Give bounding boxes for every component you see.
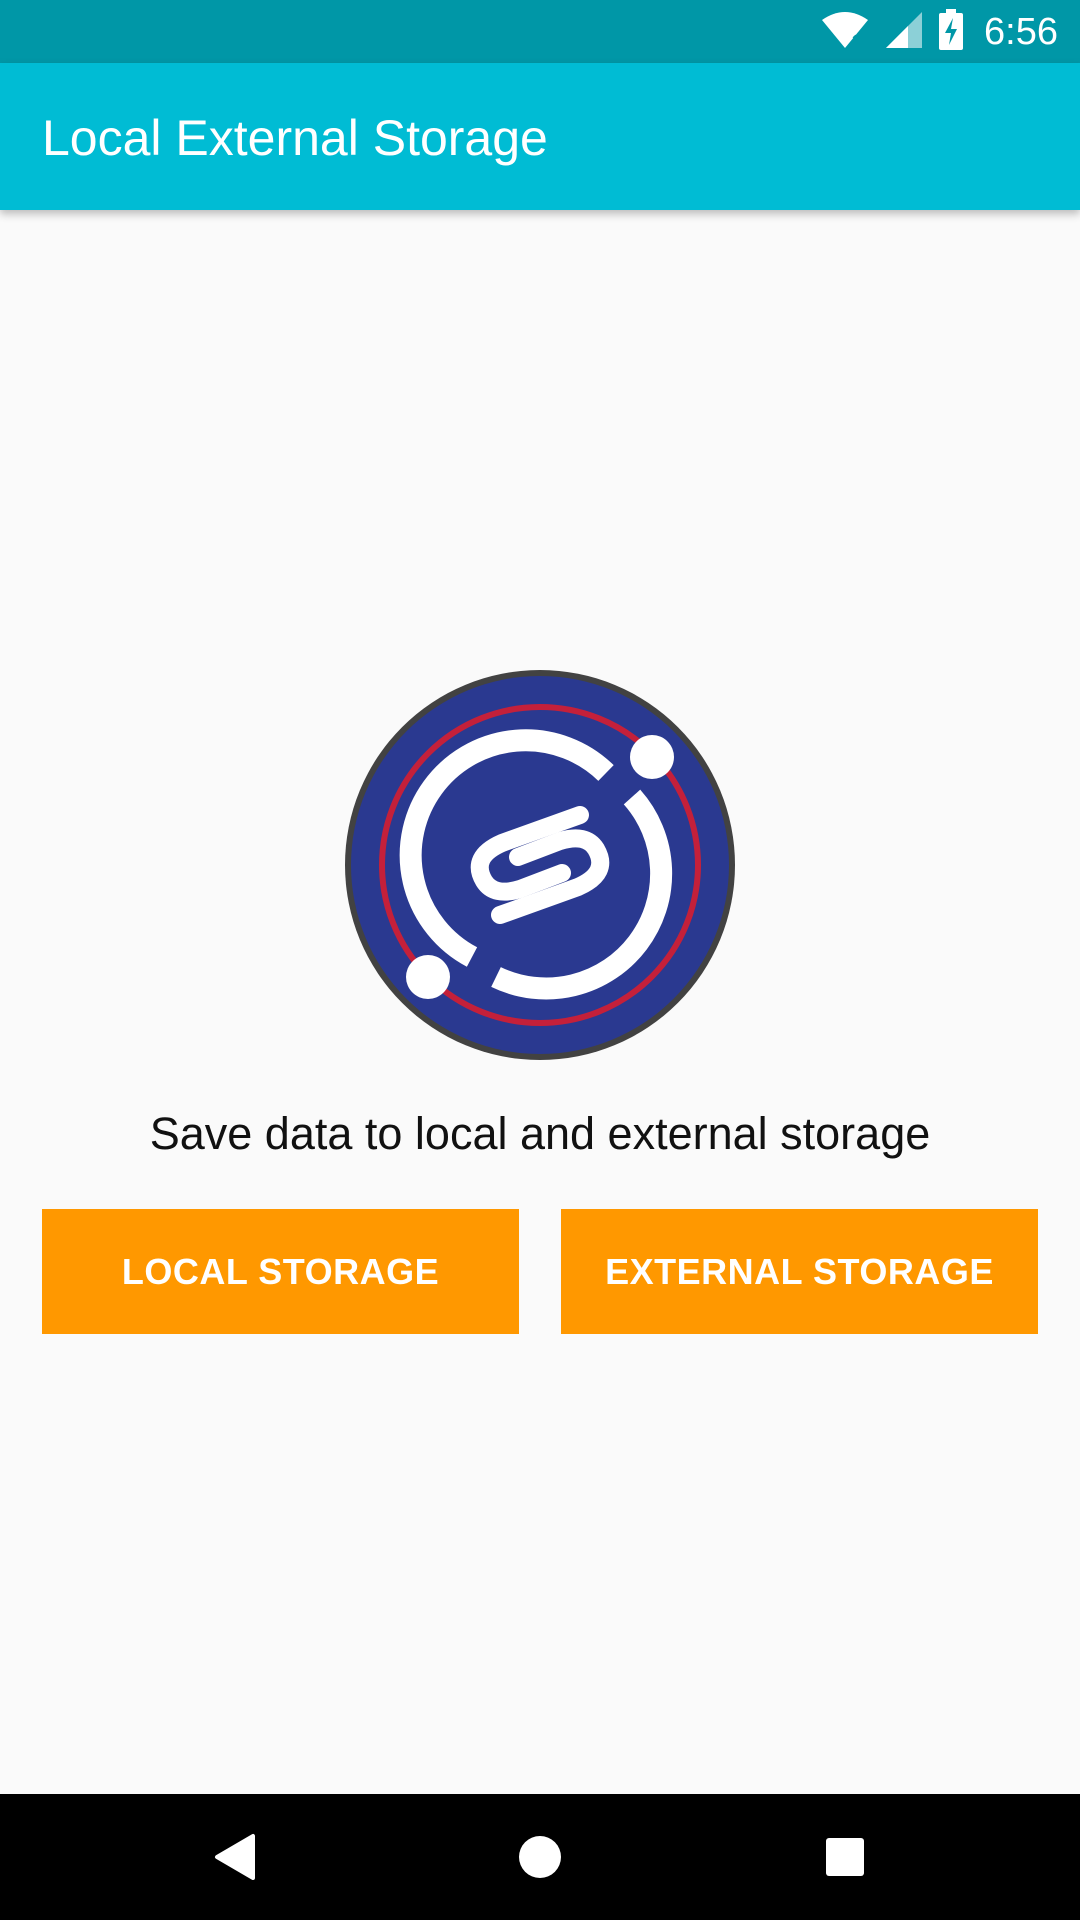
subtitle: Save data to local and external storage xyxy=(149,1108,931,1159)
status-icons: 6:56 xyxy=(820,8,1058,56)
app-bar: Local External Storage xyxy=(0,63,1080,210)
local-storage-button[interactable]: LOCAL STORAGE xyxy=(42,1209,519,1334)
wifi-icon xyxy=(820,10,870,55)
back-icon[interactable] xyxy=(200,1822,270,1892)
app-title: Local External Storage xyxy=(42,110,548,166)
battery-charging-icon xyxy=(938,8,964,56)
external-storage-button[interactable]: EXTERNAL STORAGE xyxy=(561,1209,1038,1334)
navigation-bar xyxy=(0,1794,1080,1920)
status-bar: 6:56 xyxy=(0,0,1080,63)
cell-signal-icon xyxy=(884,10,924,55)
status-time: 6:56 xyxy=(984,10,1058,53)
recents-icon[interactable] xyxy=(810,1822,880,1892)
storage-logo-icon xyxy=(342,667,738,1063)
home-icon[interactable] xyxy=(505,1822,575,1892)
